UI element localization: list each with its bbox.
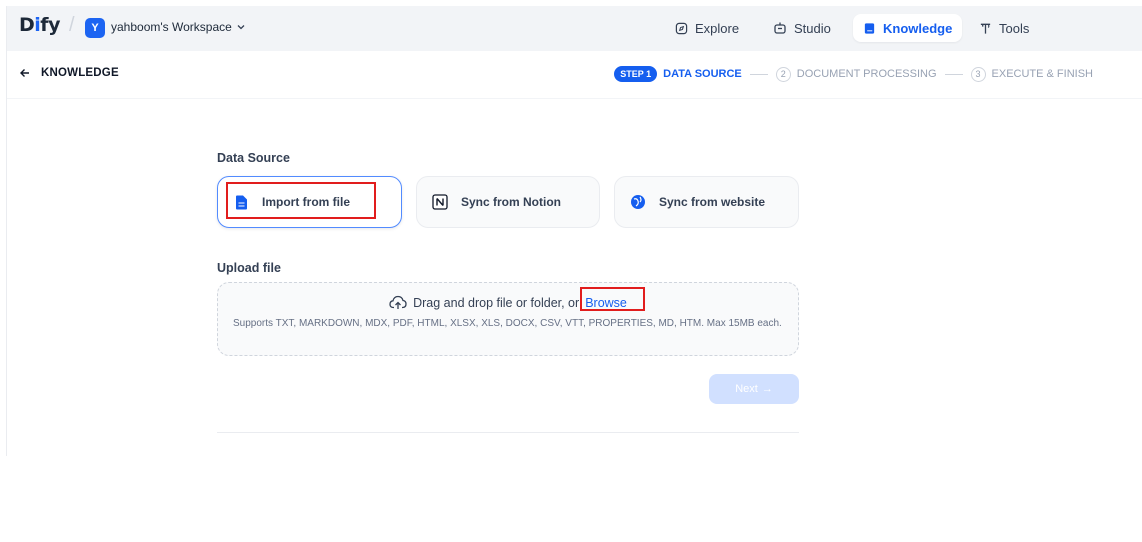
back-label: KNOWLEDGE bbox=[41, 67, 119, 79]
step-1-badge: STEP 1 bbox=[614, 66, 658, 82]
workspace-name: yahboom's Workspace bbox=[111, 20, 232, 34]
hammer-icon bbox=[980, 23, 991, 34]
arrow-right-icon: → bbox=[761, 383, 773, 395]
logo-divider: / bbox=[69, 14, 75, 36]
nav-knowledge[interactable]: Knowledge bbox=[853, 14, 963, 42]
back-to-knowledge-button[interactable]: KNOWLEDGE bbox=[19, 67, 119, 79]
step-divider bbox=[944, 73, 963, 75]
step-divider bbox=[749, 73, 768, 75]
nav-tools-label: Tools bbox=[999, 20, 1030, 36]
next-label: Next bbox=[735, 383, 758, 395]
nav-studio[interactable]: Studio bbox=[763, 14, 841, 42]
book-icon bbox=[864, 22, 875, 34]
source-label: Sync from Notion bbox=[461, 195, 562, 209]
data-source-title: Data Source bbox=[217, 151, 290, 165]
dropzone-prompt-text: Drag and drop file or folder, or bbox=[413, 295, 580, 310]
robot-icon bbox=[774, 22, 786, 34]
dropzone-prompt: Drag and drop file or folder, or Browse bbox=[218, 295, 798, 310]
dify-logo[interactable]: Dify bbox=[19, 14, 60, 36]
stepper: STEP 1 DATA SOURCE 2 DOCUMENT PROCESSING… bbox=[614, 66, 1093, 82]
step-header: KNOWLEDGE STEP 1 DATA SOURCE 2 DOCUMENT … bbox=[7, 51, 1142, 99]
nav-knowledge-label: Knowledge bbox=[883, 20, 953, 36]
step-3-label: EXECUTE & FINISH bbox=[991, 68, 1093, 80]
notion-icon bbox=[431, 193, 449, 211]
nav-explore[interactable]: Explore bbox=[665, 14, 749, 42]
source-label: Sync from website bbox=[659, 195, 766, 209]
nav-explore-label: Explore bbox=[695, 20, 740, 36]
step-2-number: 2 bbox=[775, 66, 791, 82]
globe-icon bbox=[629, 193, 647, 211]
upload-file-title: Upload file bbox=[217, 261, 281, 275]
workspace-avatar[interactable]: Y bbox=[85, 18, 105, 38]
cloud-upload-icon bbox=[389, 295, 407, 309]
source-sync-from-notion[interactable]: Sync from Notion bbox=[416, 176, 600, 228]
arrow-left-icon bbox=[20, 69, 29, 77]
file-dropzone[interactable]: Drag and drop file or folder, or Browse … bbox=[217, 282, 799, 356]
top-navbar: Dify / Y yahboom's Workspace Explore Stu… bbox=[7, 6, 1142, 51]
annotation-highlight-browse bbox=[580, 287, 645, 311]
workspace-selector[interactable]: yahboom's Workspace bbox=[111, 20, 246, 34]
annotation-highlight-import bbox=[226, 182, 376, 219]
chevron-down-icon bbox=[237, 25, 245, 30]
nav-studio-label: Studio bbox=[794, 20, 831, 36]
source-sync-from-website[interactable]: Sync from website bbox=[614, 176, 799, 228]
supported-formats-hint: Supports TXT, MARKDOWN, MDX, PDF, HTML, … bbox=[233, 318, 782, 329]
step-3-number: 3 bbox=[970, 66, 986, 82]
content-divider bbox=[217, 432, 799, 433]
compass-icon bbox=[675, 22, 688, 34]
nav-tools[interactable]: Tools bbox=[969, 14, 1039, 42]
next-button[interactable]: Next → bbox=[709, 374, 799, 404]
step-1-label: DATA SOURCE bbox=[663, 68, 742, 80]
app-window: Dify / Y yahboom's Workspace Explore Stu… bbox=[6, 6, 1142, 456]
step-2-label: DOCUMENT PROCESSING bbox=[796, 68, 937, 80]
